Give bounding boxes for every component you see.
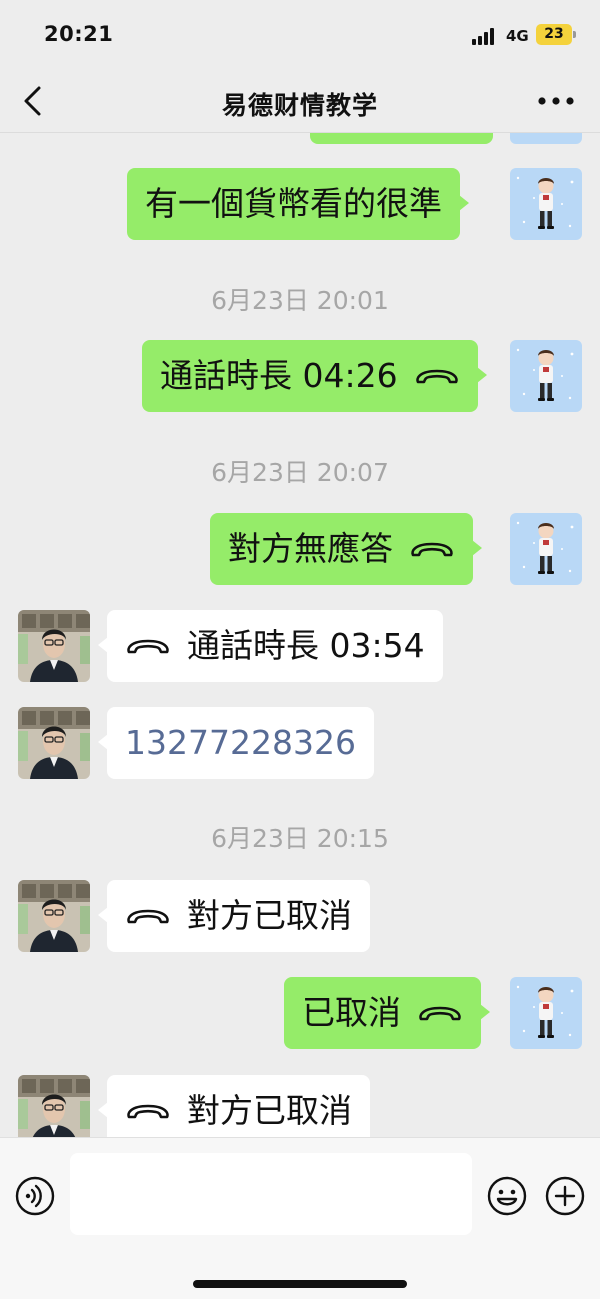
call-record-bubble[interactable]: 通話時長 04:26 (142, 340, 487, 412)
emoji-icon[interactable] (487, 1176, 527, 1216)
chat-title: 易德财情教学 (221, 91, 378, 120)
phone-icon (125, 1100, 171, 1122)
my-avatar[interactable] (510, 513, 582, 585)
status-time: 20:21 (44, 22, 114, 46)
more-icon[interactable] (536, 90, 576, 112)
call-record-text: 通話時長 04:26 (160, 356, 398, 395)
message-timestamp: 6月23日 20:07 (211, 458, 389, 487)
call-record-text: 對方已取消 (187, 896, 352, 935)
contact-avatar[interactable] (18, 880, 90, 952)
my-avatar[interactable] (510, 340, 582, 412)
call-record-text: 已取消 (302, 993, 401, 1032)
call-record-bubble[interactable]: 對方無應答 (210, 513, 482, 585)
battery-icon: 23 (536, 24, 576, 45)
phone-icon (125, 635, 171, 657)
call-record-bubble[interactable]: 對方已取消 (98, 880, 370, 952)
home-indicator[interactable] (193, 1280, 407, 1288)
phone-icon (417, 1002, 463, 1024)
contact-avatar[interactable] (18, 1075, 90, 1137)
network-type: 4G (506, 27, 529, 45)
call-record-text: 通話時長 03:54 (187, 626, 425, 665)
message-bubble[interactable]: 13277228326 (98, 707, 374, 779)
contact-avatar[interactable] (18, 610, 90, 682)
call-record-bubble[interactable]: 通話時長 03:54 (98, 610, 443, 682)
call-record-bubble[interactable]: 已取消 (284, 977, 490, 1049)
message-text: 有一個貨幣看的很準 (145, 184, 442, 223)
chat-header: 易德财情教学 (0, 70, 600, 132)
phone-icon (125, 905, 171, 927)
signal-icon (472, 27, 498, 45)
call-record-bubble[interactable]: 對方已取消 (98, 1075, 370, 1137)
my-avatar[interactable] (510, 977, 582, 1049)
call-record-text: 對方已取消 (187, 1091, 352, 1130)
message-bubble-partial[interactable] (310, 133, 493, 144)
voice-icon[interactable] (15, 1176, 55, 1216)
status-bar: 20:21 4G 23 (0, 0, 600, 70)
call-record-text: 對方無應答 (228, 529, 393, 568)
message-input[interactable] (70, 1153, 472, 1235)
phone-number-link[interactable]: 13277228326 (125, 707, 356, 779)
input-bar (0, 1137, 600, 1299)
phone-icon (414, 365, 460, 387)
contact-avatar[interactable] (18, 707, 90, 779)
my-avatar[interactable] (510, 168, 582, 240)
message-timestamp: 6月23日 20:01 (211, 286, 389, 315)
battery-level: 23 (544, 26, 564, 42)
message-list[interactable]: 有一個貨幣看的很準 6月23日 20:01 通話時長 04:26 6月23日 2… (0, 133, 600, 1137)
plus-icon[interactable] (545, 1176, 585, 1216)
message-bubble[interactable]: 有一個貨幣看的很準 (127, 168, 469, 240)
phone-icon (409, 538, 455, 560)
message-timestamp: 6月23日 20:15 (211, 824, 389, 853)
my-avatar[interactable] (510, 133, 582, 144)
